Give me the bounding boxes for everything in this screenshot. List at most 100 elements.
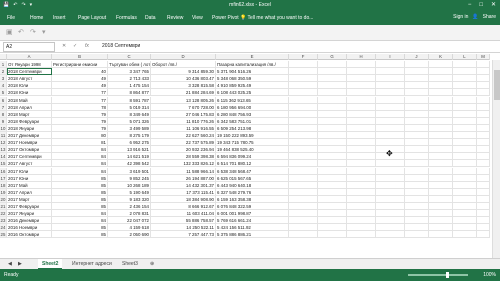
cell-c23[interactable]: 22 047 072: [108, 217, 151, 225]
sheet-tab-internet[interactable]: Интернет адреси: [68, 259, 116, 269]
cell-empty[interactable]: [453, 203, 477, 211]
row-header[interactable]: 11: [0, 132, 7, 140]
cell-empty[interactable]: [429, 153, 453, 161]
cell-c21[interactable]: 2 436 154: [108, 203, 151, 211]
cell-empty[interactable]: [347, 167, 376, 175]
tab-power-pivot[interactable]: Power Pivot: [212, 15, 239, 21]
cell-empty[interactable]: [289, 160, 318, 168]
row-header[interactable]: 14: [0, 153, 7, 161]
cell-empty[interactable]: [289, 139, 318, 147]
cell-empty[interactable]: [453, 210, 477, 218]
cell-empty[interactable]: [318, 132, 347, 140]
cell-empty[interactable]: [318, 188, 347, 196]
cell-d16[interactable]: 11 588 966.14: [151, 167, 216, 175]
cell-c18[interactable]: 10 268 189: [108, 181, 151, 189]
cell-b1[interactable]: Регистрирани емисии: [52, 61, 108, 69]
cell-empty[interactable]: [477, 75, 490, 83]
cell-e25[interactable]: 5 375 886 886.21: [216, 231, 289, 239]
row-header[interactable]: 5: [0, 89, 7, 97]
column-header-c[interactable]: C: [108, 54, 151, 60]
cell-empty[interactable]: [347, 146, 376, 154]
cell-empty[interactable]: [347, 96, 376, 104]
cell-e5[interactable]: 6 108 443 025.25: [216, 89, 289, 97]
cell-e20[interactable]: 6 159 163 358.38: [216, 195, 289, 203]
cell-c3[interactable]: 2 713 433: [108, 75, 151, 83]
cell-c15[interactable]: 42 398 542: [108, 160, 151, 168]
cell-empty[interactable]: [429, 203, 453, 211]
cell-empty[interactable]: [477, 96, 490, 104]
column-header-d[interactable]: D: [151, 54, 216, 60]
cell-empty[interactable]: [289, 61, 318, 69]
cell-d5[interactable]: 21 884 284.69: [151, 89, 216, 97]
tell-me-search[interactable]: 💡 Tell me what you want to do...: [240, 15, 313, 21]
cell-empty[interactable]: [347, 160, 376, 168]
vertical-scrollbar[interactable]: [492, 60, 500, 258]
cell-e8[interactable]: 6 280 848 756.93: [216, 110, 289, 118]
cell-empty[interactable]: [429, 110, 453, 118]
minimize-button[interactable]: −: [468, 0, 472, 11]
cell-empty[interactable]: [318, 124, 347, 132]
cell-b9[interactable]: 79: [52, 117, 108, 125]
cell-e16[interactable]: 6 538 348 568.47: [216, 167, 289, 175]
cell-a4[interactable]: 2018 Юли: [7, 82, 52, 90]
cell-empty[interactable]: [347, 195, 376, 203]
row-header[interactable]: 7: [0, 103, 7, 111]
cell-empty[interactable]: [429, 224, 453, 232]
cell-b18[interactable]: 85: [52, 181, 108, 189]
cell-d21[interactable]: 8 666 912.67: [151, 203, 216, 211]
cell-empty[interactable]: [429, 174, 453, 182]
cell-empty[interactable]: [453, 117, 477, 125]
cell-empty[interactable]: [376, 110, 405, 118]
cell-empty[interactable]: [429, 82, 453, 90]
cell-empty[interactable]: [429, 210, 453, 218]
cell-empty[interactable]: [376, 160, 405, 168]
cell-empty[interactable]: [453, 61, 477, 69]
tab-home[interactable]: Home: [30, 15, 43, 21]
cell-b13[interactable]: 84: [52, 146, 108, 154]
cell-empty[interactable]: [477, 195, 490, 203]
cell-e14[interactable]: 6 594 836 099.24: [216, 153, 289, 161]
cell-d4[interactable]: 3 328 815.58: [151, 82, 216, 90]
cell-empty[interactable]: [477, 132, 490, 140]
cell-empty[interactable]: [453, 89, 477, 97]
cell-c19[interactable]: 5 190 649: [108, 188, 151, 196]
cell-empty[interactable]: [376, 188, 405, 196]
cell-empty[interactable]: [289, 110, 318, 118]
zoom-slider-knob[interactable]: [446, 272, 449, 278]
row-header[interactable]: 20: [0, 195, 7, 203]
cell-empty[interactable]: [405, 68, 429, 76]
cell-d11[interactable]: 22 627 560.24: [151, 132, 216, 140]
cell-empty[interactable]: [453, 217, 477, 225]
cell-empty[interactable]: [318, 75, 347, 83]
cell-empty[interactable]: [477, 160, 490, 168]
cell-empty[interactable]: [318, 103, 347, 111]
cell-empty[interactable]: [453, 139, 477, 147]
cell-empty[interactable]: [453, 224, 477, 232]
row-header[interactable]: 15: [0, 160, 7, 168]
cell-empty[interactable]: [289, 82, 318, 90]
cell-empty[interactable]: [453, 124, 477, 132]
cell-c25[interactable]: 2 050 690: [108, 231, 151, 239]
cell-d12[interactable]: 22 737 575.89: [151, 139, 216, 147]
cell-empty[interactable]: [376, 75, 405, 83]
cell-empty[interactable]: [429, 217, 453, 225]
cell-c9[interactable]: 5 071 326: [108, 117, 151, 125]
cell-c10[interactable]: 3 499 589: [108, 124, 151, 132]
cell-c24[interactable]: 4 159 618: [108, 224, 151, 232]
column-header-a[interactable]: A: [7, 54, 52, 60]
cell-empty[interactable]: [318, 217, 347, 225]
cell-a8[interactable]: 2018 Март: [7, 110, 52, 118]
cell-empty[interactable]: [347, 139, 376, 147]
cell-empty[interactable]: [405, 203, 429, 211]
cell-empty[interactable]: [318, 181, 347, 189]
cell-empty[interactable]: [318, 224, 347, 232]
cell-empty[interactable]: [318, 167, 347, 175]
cell-empty[interactable]: [477, 181, 490, 189]
cell-d24[interactable]: 14 250 522.11: [151, 224, 216, 232]
cell-b22[interactable]: 84: [52, 210, 108, 218]
cell-empty[interactable]: [453, 181, 477, 189]
cell-a1[interactable]: От Януари 1998: [7, 61, 52, 69]
cell-a7[interactable]: 2018 Април: [7, 103, 52, 111]
cell-empty[interactable]: [453, 103, 477, 111]
cell-empty[interactable]: [376, 103, 405, 111]
